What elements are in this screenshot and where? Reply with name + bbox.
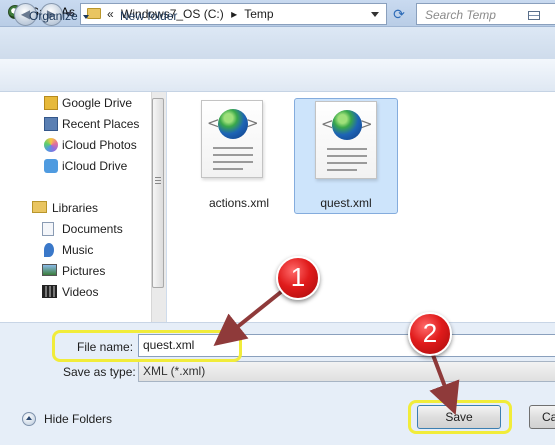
callout-badge-1: 1 xyxy=(276,256,320,300)
annotation-arrows xyxy=(213,282,460,415)
callout-badge-2: 2 xyxy=(408,312,452,356)
callout-arrow-2 xyxy=(429,353,460,415)
